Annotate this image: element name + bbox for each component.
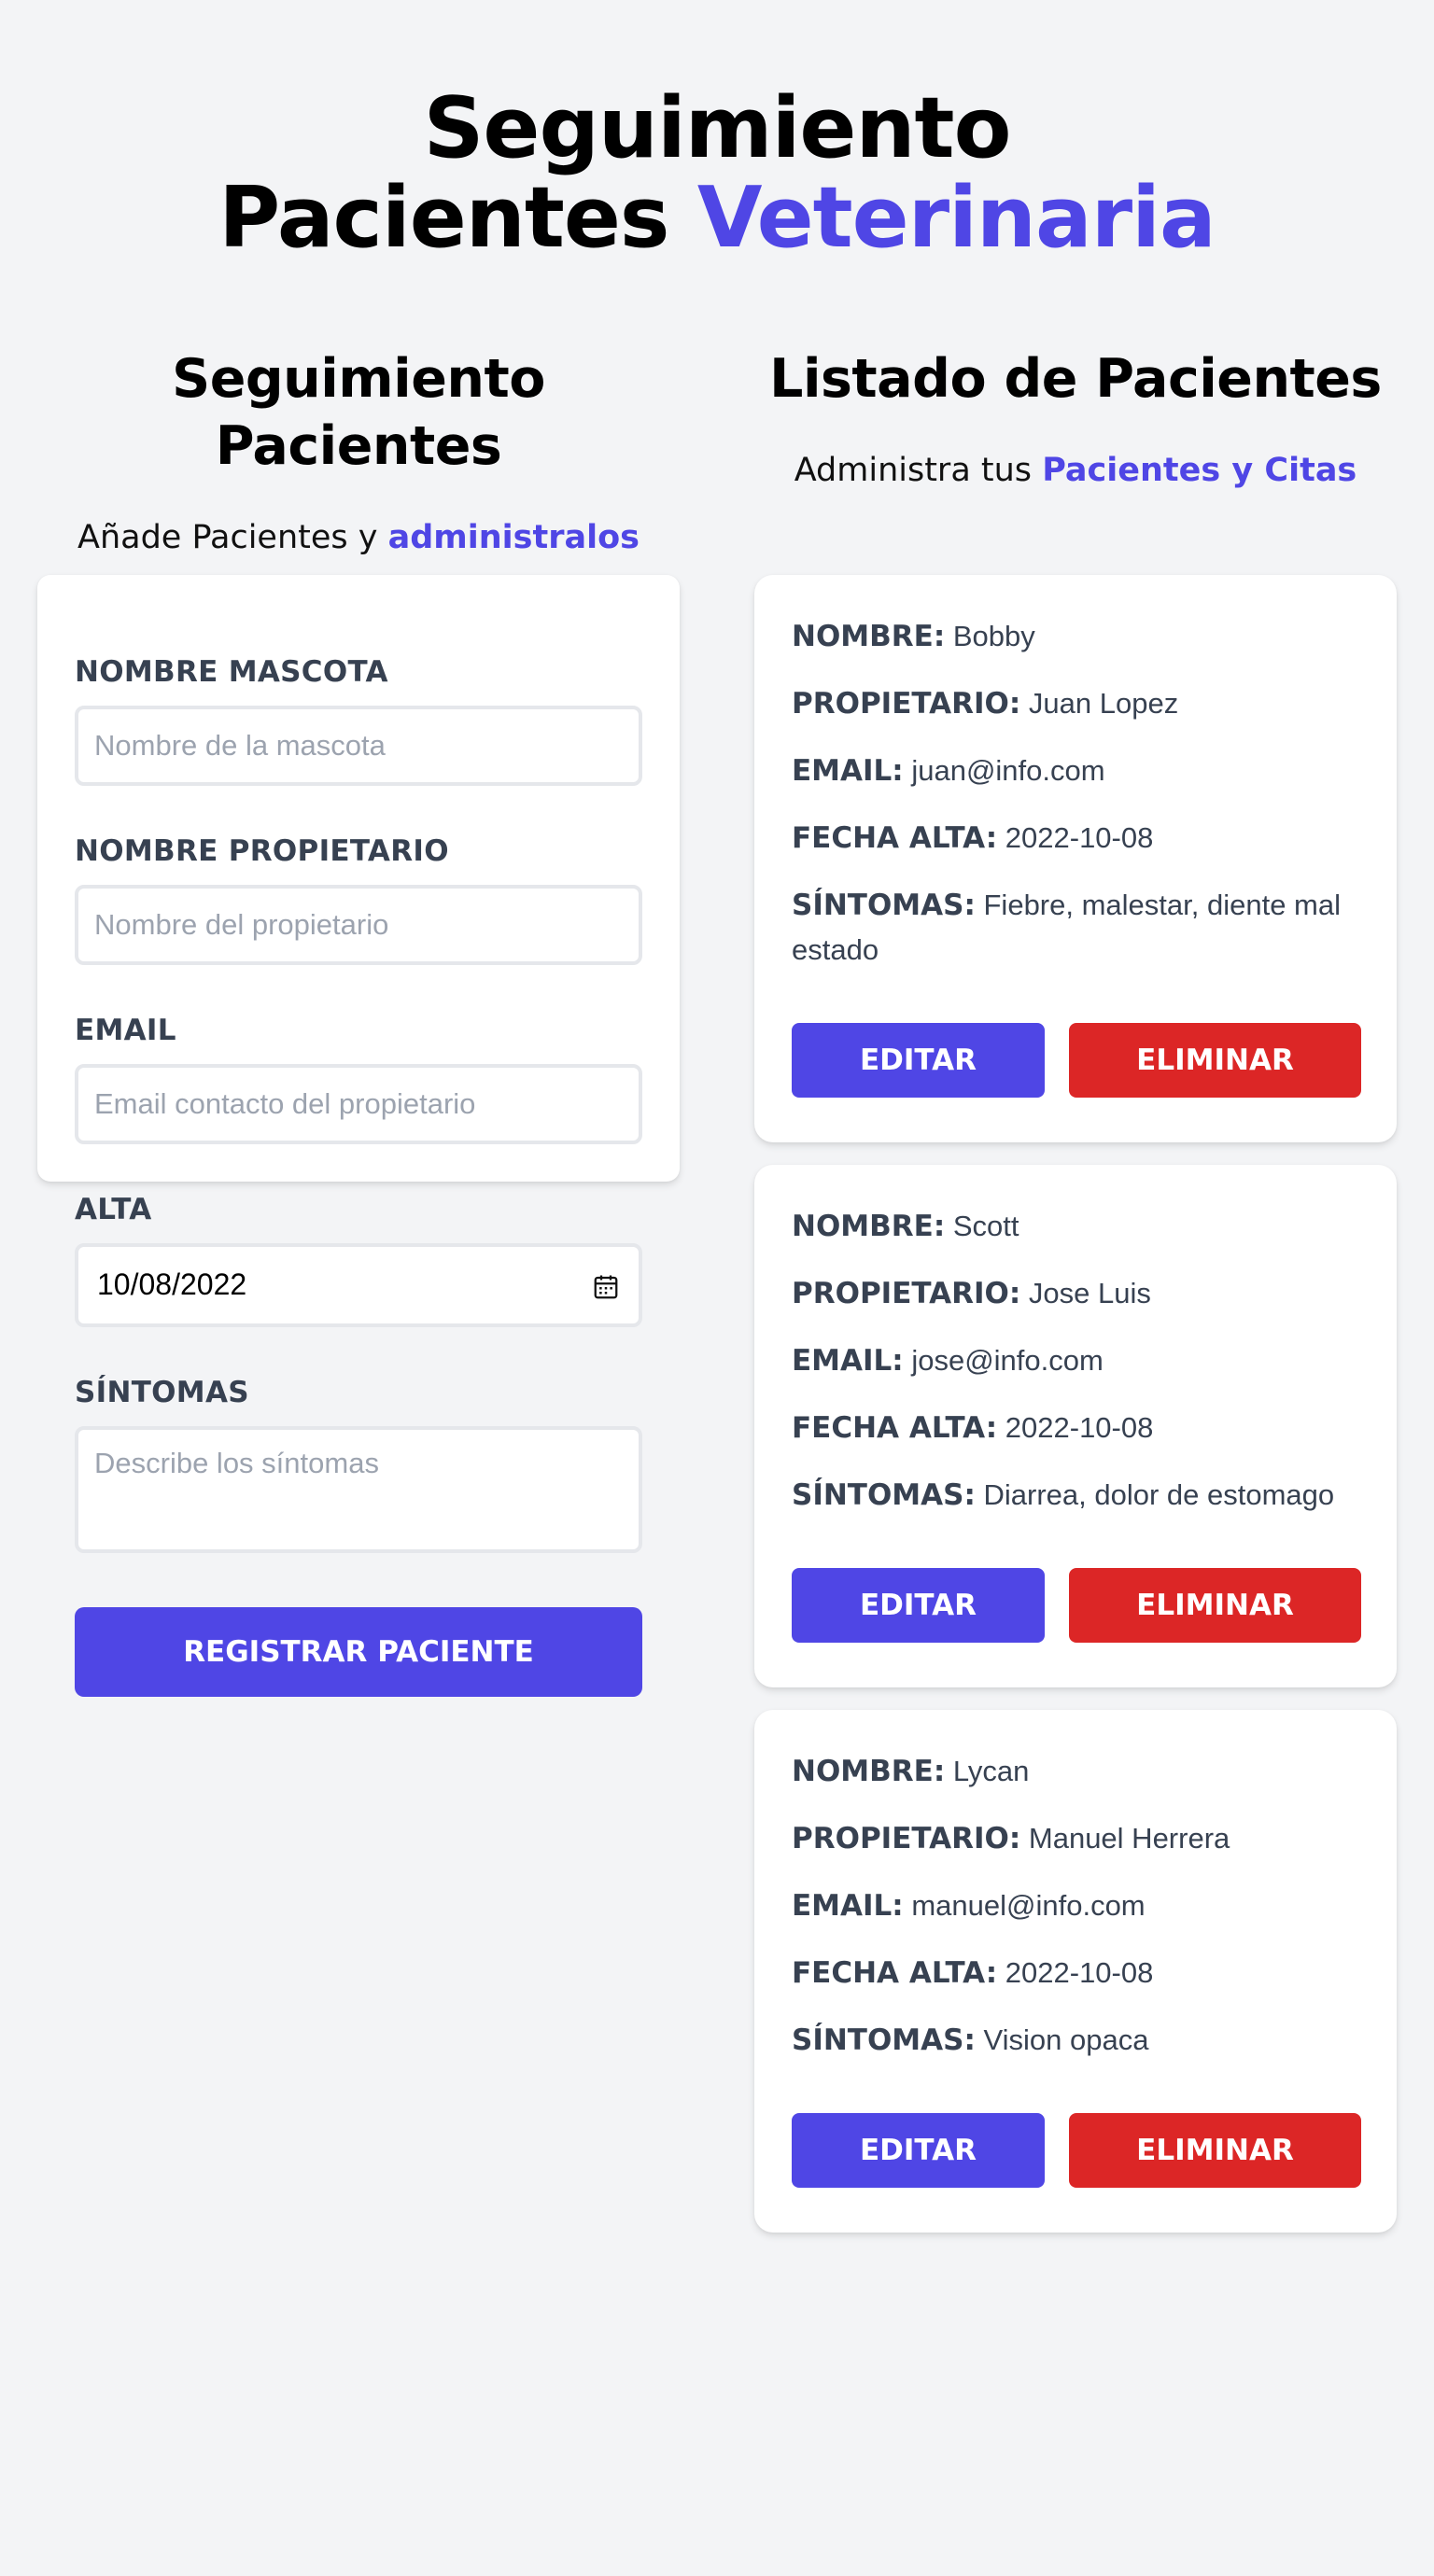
patient-email-label: EMAIL: (792, 754, 904, 788)
patient-name-label: NOMBRE: (792, 1755, 946, 1788)
patient-date-label: FECHA ALTA: (792, 1411, 998, 1445)
patient-symptoms-value: Vision opaca (983, 2023, 1149, 2056)
patient-owner-value: Manuel Herrera (1028, 1822, 1230, 1855)
patient-card: NOMBRE: Scott PROPIETARIO: Jose Luis EMA… (754, 1165, 1397, 1687)
list-subtitle-accent: Pacientes y Citas (1042, 452, 1357, 489)
patient-email: EMAIL: jose@info.com (792, 1338, 1361, 1383)
patient-date-value: 2022-10-08 (1005, 821, 1154, 854)
list-section-title: Listado de Pacientes (769, 348, 1382, 410)
patient-symptoms-label: SÍNTOMAS: (792, 1478, 976, 1512)
patient-owner: PROPIETARIO: Manuel Herrera (792, 1816, 1361, 1861)
symptoms-textarea[interactable] (75, 1426, 642, 1553)
owner-name-label: NOMBRE PROPIETARIO (75, 834, 449, 868)
email-input[interactable] (75, 1064, 642, 1144)
patient-owner-label: PROPIETARIO: (792, 1277, 1021, 1310)
patient-symptoms: SÍNTOMAS: Diarrea, dolor de estomago (792, 1473, 1361, 1518)
delete-button[interactable]: ELIMINAR (1069, 1023, 1361, 1098)
patient-symptoms-value: Diarrea, dolor de estomago (983, 1478, 1335, 1511)
patient-email: EMAIL: manuel@info.com (792, 1883, 1361, 1928)
list-subtitle-plain: Administra tus (794, 452, 1033, 489)
patient-name-value: Bobby (952, 620, 1035, 652)
patient-symptoms-label: SÍNTOMAS: (792, 2023, 976, 2057)
patient-symptoms: SÍNTOMAS: Vision opaca (792, 2018, 1361, 2063)
symptoms-wrapper (37, 1426, 680, 1553)
edit-button[interactable]: EDITAR (792, 1568, 1045, 1643)
form-section: Seguimiento Pacientes Añade Pacientes y … (37, 345, 680, 1697)
patient-email-value: manuel@info.com (911, 1889, 1146, 1922)
page-title: Seguimiento Pacientes Veterinaria (0, 84, 1434, 263)
patient-symptoms-label: SÍNTOMAS: (792, 889, 976, 922)
page-title-accent: Veterinaria (696, 169, 1216, 267)
patient-name-value: Scott (952, 1210, 1019, 1242)
email-label: EMAIL (75, 1014, 176, 1047)
patient-owner-label: PROPIETARIO: (792, 687, 1021, 721)
alta-label: ALTA (75, 1193, 152, 1226)
patient-form: NOMBRE MASCOTA NOMBRE PROPIETARIO EMAIL … (37, 575, 680, 1697)
patient-date-value: 2022-10-08 (1005, 1956, 1154, 1989)
app-page: Seguimiento Pacientes Veterinaria Seguim… (0, 0, 1434, 2576)
patient-date: FECHA ALTA: 2022-10-08 (792, 816, 1361, 861)
alta-date-value: 10/08/2022 (97, 1267, 247, 1301)
patient-symptoms: SÍNTOMAS: Fiebre, malestar, diente mal e… (792, 883, 1361, 973)
patient-date: FECHA ALTA: 2022-10-08 (792, 1406, 1361, 1450)
form-subtitle-accent: administralos (387, 519, 640, 556)
form-section-title: Seguimiento Pacientes (172, 348, 545, 477)
patient-email-value: jose@info.com (911, 1344, 1104, 1377)
delete-button[interactable]: ELIMINAR (1069, 1568, 1361, 1643)
register-patient-button[interactable]: REGISTRAR PACIENTE (75, 1607, 642, 1697)
patient-name: NOMBRE: Lycan (792, 1749, 1361, 1794)
patient-date: FECHA ALTA: 2022-10-08 (792, 1951, 1361, 1995)
edit-button[interactable]: EDITAR (792, 2113, 1045, 2188)
patient-email-label: EMAIL: (792, 1344, 904, 1378)
patient-owner: PROPIETARIO: Juan Lopez (792, 681, 1361, 726)
patient-email-label: EMAIL: (792, 1889, 904, 1923)
form-section-subtitle: Añade Pacientes y administralos (37, 517, 680, 558)
pet-name-input[interactable] (75, 706, 642, 786)
patient-name: NOMBRE: Scott (792, 1204, 1361, 1249)
patient-name-value: Lycan (952, 1755, 1030, 1787)
pet-name-label: NOMBRE MASCOTA (75, 655, 388, 689)
patient-date-label: FECHA ALTA: (792, 821, 998, 855)
patient-name: NOMBRE: Bobby (792, 614, 1361, 659)
edit-button[interactable]: EDITAR (792, 1023, 1045, 1098)
patient-owner: PROPIETARIO: Jose Luis (792, 1271, 1361, 1316)
patient-email: EMAIL: juan@info.com (792, 749, 1361, 793)
alta-date-input[interactable]: 10/08/2022 (75, 1243, 642, 1327)
symptoms-label: SÍNTOMAS (75, 1376, 249, 1409)
patient-card: NOMBRE: Lycan PROPIETARIO: Manuel Herrer… (754, 1710, 1397, 2233)
patient-owner-value: Juan Lopez (1028, 687, 1179, 720)
patient-name-label: NOMBRE: (792, 1210, 946, 1243)
delete-button[interactable]: ELIMINAR (1069, 2113, 1361, 2188)
patient-email-value: juan@info.com (911, 754, 1105, 787)
form-subtitle-plain: Añade Pacientes y (77, 519, 378, 556)
list-section-subtitle: Administra tus Pacientes y Citas (754, 450, 1397, 491)
patient-owner-value: Jose Luis (1028, 1277, 1151, 1309)
patient-name-label: NOMBRE: (792, 620, 946, 653)
patient-date-value: 2022-10-08 (1005, 1411, 1154, 1444)
owner-name-input[interactable] (75, 885, 642, 965)
page-title-line2: Pacientes (218, 169, 669, 267)
patient-card: NOMBRE: Bobby PROPIETARIO: Juan Lopez EM… (754, 575, 1397, 1142)
patient-owner-label: PROPIETARIO: (792, 1822, 1021, 1855)
calendar-icon[interactable] (592, 1273, 620, 1301)
list-section: Listado de Pacientes Administra tus Paci… (754, 345, 1397, 2233)
patient-date-label: FECHA ALTA: (792, 1956, 998, 1990)
page-title-line1: Seguimiento (423, 79, 1012, 177)
